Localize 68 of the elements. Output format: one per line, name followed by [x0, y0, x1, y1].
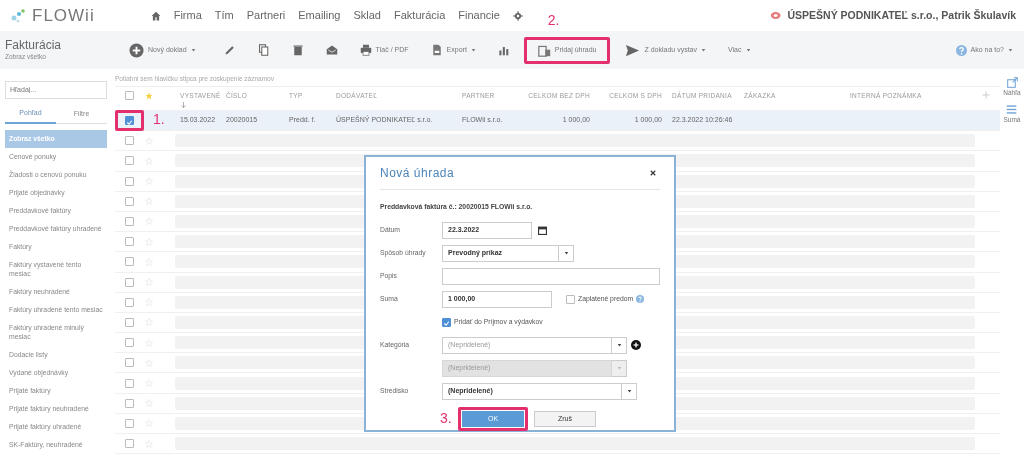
- nav-link[interactable]: Financie: [458, 7, 500, 24]
- add-circle-icon: [631, 340, 641, 351]
- dialog-title: Nová úhrada: [380, 165, 455, 182]
- step-number: 3.: [440, 409, 452, 429]
- close-icon: [650, 170, 656, 176]
- description-field[interactable]: [441, 267, 660, 285]
- envelope-icon: [325, 44, 338, 56]
- account-name[interactable]: ÚSPEŠNÝ PODNIKATEĽ s.r.o., Patrik Škulavík: [787, 7, 1016, 24]
- plus-circle-icon: [129, 42, 144, 58]
- checkbox[interactable]: [125, 176, 134, 186]
- checkbox[interactable]: [125, 317, 134, 327]
- checkbox[interactable]: [125, 418, 134, 428]
- checkbox[interactable]: [125, 338, 134, 348]
- checkbox[interactable]: [125, 277, 134, 287]
- calendar-icon: [538, 225, 547, 235]
- dropdown-button[interactable]: [559, 244, 574, 262]
- help-icon: [955, 44, 967, 56]
- logo-text: FLOWii: [32, 4, 95, 27]
- external-link-icon: [1006, 77, 1018, 88]
- nav-link[interactable]: Partneri: [246, 7, 286, 24]
- caret-icon: [190, 48, 196, 52]
- help-icon: [636, 295, 645, 304]
- page-title: Fakturácia: [5, 38, 63, 52]
- caret-icon: [470, 48, 476, 52]
- caret-icon: [616, 366, 622, 371]
- caret-icon: [745, 48, 751, 52]
- home-icon: [150, 10, 161, 21]
- nav-link[interactable]: Sklad: [353, 7, 381, 24]
- send-icon: [625, 42, 641, 58]
- step-number: 1.: [153, 110, 165, 130]
- checkbox[interactable]: [125, 217, 134, 227]
- printer-icon: [359, 44, 372, 56]
- caret-icon: [701, 48, 706, 52]
- checkbox[interactable]: [125, 257, 134, 267]
- add-column-icon[interactable]: [982, 91, 990, 99]
- checkbox[interactable]: [125, 439, 134, 449]
- caret-icon: [616, 343, 622, 348]
- checkbox[interactable]: [566, 294, 575, 304]
- checkbox[interactable]: [125, 91, 134, 100]
- trash-icon: [291, 44, 304, 56]
- checkbox[interactable]: [442, 317, 451, 327]
- caret-icon: [1008, 48, 1013, 52]
- nav-link[interactable]: Emailing: [298, 7, 341, 24]
- bar-chart-icon: [497, 44, 509, 56]
- checkmark-icon: [443, 320, 450, 328]
- nav-link[interactable]: Tím: [214, 7, 234, 24]
- checkbox[interactable]: [125, 378, 134, 388]
- checkbox[interactable]: [125, 297, 134, 307]
- dropdown-button[interactable]: [622, 382, 637, 400]
- checkmark-icon: [126, 118, 133, 126]
- file-icon: [430, 44, 443, 56]
- chat-icon: [768, 10, 783, 21]
- dropdown-button[interactable]: [612, 336, 627, 354]
- checkbox[interactable]: [125, 116, 134, 126]
- star-icon: [145, 92, 153, 101]
- checkbox[interactable]: [125, 237, 134, 247]
- copy-icon: [257, 44, 270, 56]
- list-icon: [1006, 103, 1018, 115]
- pencil-icon: [223, 44, 236, 56]
- checkbox[interactable]: [125, 358, 134, 368]
- sort-arrow-icon: [180, 100, 187, 109]
- checkbox[interactable]: [125, 136, 134, 146]
- step-number: 2.: [547, 10, 560, 30]
- checkbox[interactable]: [125, 196, 134, 206]
- nav-link[interactable]: Firma: [173, 7, 202, 24]
- checkbox[interactable]: [125, 156, 134, 166]
- checkbox[interactable]: [125, 398, 134, 408]
- nav-link[interactable]: Fakturácia: [394, 7, 446, 24]
